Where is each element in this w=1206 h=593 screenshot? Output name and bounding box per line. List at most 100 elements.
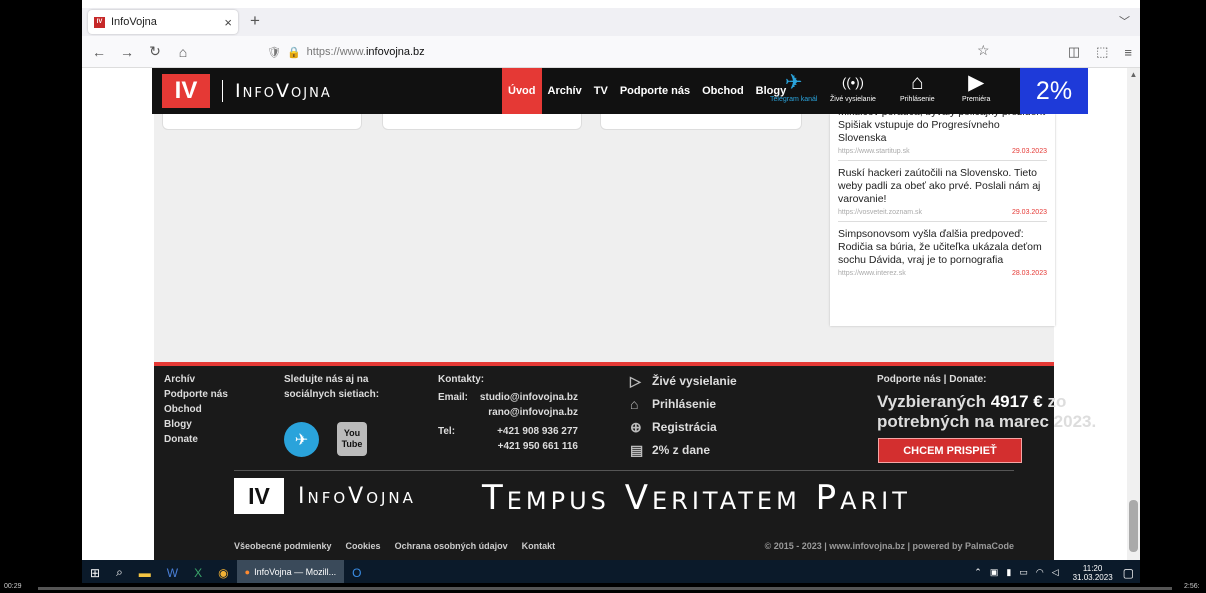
scroll-up-icon[interactable]: ▲ — [1127, 70, 1140, 79]
quick-link-login[interactable]: ⌂ Prihlásenie — [630, 393, 737, 416]
url-prefix: https://www. — [306, 46, 366, 58]
email-2[interactable]: rano@infovojna.bz — [476, 405, 578, 420]
tab-close-icon[interactable]: × — [224, 15, 232, 30]
quick-link-tax[interactable]: ▤ 2% z dane — [630, 439, 737, 462]
footer-link[interactable]: Donate — [164, 432, 228, 447]
play-outline-icon: ▷ — [630, 373, 641, 389]
screen: IV InfoVojna × + ﹀ ← → ↻ ⌂ 🛡 🔒 https://w… — [0, 0, 1206, 593]
tray-app-icon[interactable]: ▣ — [990, 567, 999, 578]
follow-text: Sledujte nás aj na sociálnych sietiach: — [284, 374, 380, 400]
footer-link[interactable]: Blogy — [164, 417, 228, 432]
quick-link-label: Registrácia — [652, 420, 717, 434]
donate-button[interactable]: CHCEM PRISPIEŤ — [878, 438, 1022, 463]
news-title[interactable]: Ruskí hackeri zaútočili na Slovensko. Ti… — [838, 167, 1047, 206]
login-link[interactable]: ⌂ Prihlásenie — [900, 70, 935, 103]
tel-1[interactable]: +421 908 936 277 — [476, 424, 578, 439]
player-seekbar[interactable] — [38, 587, 1172, 590]
player-total: 2:56: — [1184, 583, 1200, 590]
donate-mid: zo — [1047, 392, 1067, 411]
site-logo-mark[interactable]: IV — [162, 74, 210, 108]
footer-logo-text: InfoVojna — [298, 483, 416, 509]
browser-window: IV InfoVojna × + ﹀ ← → ↻ ⌂ 🛡 🔒 https://w… — [82, 0, 1140, 583]
nav-item-tv[interactable]: TV — [588, 68, 614, 114]
news-date: 29.03.2023 — [1011, 148, 1047, 155]
document-icon: ▤ — [630, 442, 644, 458]
news-item[interactable]: Mikulcov poradca, bývalý policajný prezi… — [838, 106, 1047, 161]
tel-2[interactable]: +421 950 661 116 — [476, 439, 578, 454]
browser-tab[interactable]: IV InfoVojna × — [88, 10, 238, 34]
article-card[interactable] — [600, 114, 802, 130]
battery-icon[interactable]: ▭ — [1019, 567, 1028, 578]
player-elapsed: 00:29 — [4, 583, 22, 590]
forward-icon[interactable]: → — [116, 44, 138, 60]
tel-label: Tel: — [438, 426, 456, 437]
footer-bottom-link[interactable]: Ochrana osobných údajov — [395, 541, 508, 551]
footer-link[interactable]: Obchod — [164, 402, 228, 417]
tel-values: +421 908 936 277 +421 950 661 116 — [476, 424, 578, 454]
reload-icon[interactable]: ↻ — [144, 43, 166, 60]
tray-chevron-icon[interactable]: ⌃ — [974, 567, 982, 578]
footer-bottom-link[interactable]: Všeobecné podmienky — [234, 541, 332, 551]
email-1[interactable]: studio@infovojna.bz — [476, 390, 578, 405]
nav-item-podporte-nas[interactable]: Podporte nás — [614, 68, 696, 114]
tray-pin-icon[interactable]: ▮ — [1006, 567, 1011, 578]
notifications-icon[interactable]: ▢ — [1123, 566, 1134, 580]
two-percent-badge[interactable]: 2% — [1020, 68, 1088, 114]
news-list: Mikulcov poradca, bývalý policajný prezi… — [830, 106, 1055, 326]
chrome-icon[interactable]: ◉ — [218, 566, 228, 580]
page-scrollbar[interactable]: ▲ ▼ — [1127, 68, 1140, 583]
new-tab-button[interactable]: + — [250, 11, 260, 31]
article-card[interactable] — [382, 114, 582, 130]
footer-bottom-link[interactable]: Kontakt — [522, 541, 556, 551]
file-explorer-icon[interactable]: ▬ — [139, 566, 151, 580]
bookmark-star-icon[interactable]: ☆ — [977, 42, 990, 59]
site-logo-text[interactable]: InfoVojna — [222, 80, 332, 102]
mouse-cursor-icon: ➤ — [1075, 433, 1085, 445]
home-icon[interactable]: ⌂ — [172, 44, 194, 60]
lock-icon: 🔒 — [286, 46, 301, 59]
premiere-link[interactable]: ▶ Premiéra — [962, 70, 990, 103]
start-icon[interactable]: ⊞ — [90, 566, 100, 580]
outlook-icon[interactable]: O — [352, 566, 361, 580]
quick-link-label: Prihlásenie — [652, 397, 717, 411]
quick-link-register[interactable]: ⊕ Registrácia — [630, 416, 737, 439]
article-card[interactable] — [162, 114, 362, 130]
tabs-dropdown-icon[interactable]: ﹀ — [1119, 13, 1130, 29]
menu-icon[interactable]: ≡ — [1124, 45, 1132, 60]
news-item[interactable]: Ruskí hackeri zaútočili na Slovensko. Ti… — [838, 161, 1047, 222]
nav-item-archiv[interactable]: Archív — [542, 68, 588, 114]
excel-icon[interactable]: X — [194, 566, 202, 580]
footer-quick-links: ▷ Živé vysielanie ⌂ Prihlásenie ⊕ Registrác… — [630, 370, 737, 462]
url-bar[interactable]: 🛡 🔒 https://www. infovojna.bz — [267, 40, 972, 64]
quick-link-live[interactable]: ▷ Živé vysielanie — [630, 370, 737, 393]
live-broadcast-link[interactable]: ((•)) Živé vysielanie — [830, 70, 876, 103]
telegram-social-link[interactable]: ✈ — [284, 422, 319, 457]
taskbar-clock[interactable]: 11:20 31.03.2023 — [1073, 564, 1113, 582]
extensions-icon[interactable]: ⬚ — [1096, 44, 1108, 60]
volume-icon[interactable]: ◁ — [1052, 567, 1059, 578]
wifi-icon[interactable]: ◠ — [1036, 567, 1044, 578]
page-viewport: Mikulcov poradca, bývalý policajný prezi… — [82, 68, 1127, 583]
telegram-link[interactable]: ✈ Telegram kanál — [770, 70, 817, 103]
pocket-icon[interactable]: ◫ — [1068, 44, 1080, 60]
login-label: Prihlásenie — [900, 96, 935, 103]
shield-icon: 🛡 — [267, 46, 281, 59]
news-item[interactable]: Simpsonovsom vyšla ďalšia predpoveď: Rod… — [838, 222, 1047, 282]
word-icon[interactable]: W — [167, 566, 178, 580]
nav-item-uvod[interactable]: Úvod — [502, 68, 542, 114]
system-tray: ⌃ ▣ ▮ ▭ ◠ ◁ 11:20 31.03.2023 ▢ — [970, 560, 1134, 585]
news-title[interactable]: Simpsonovsom vyšla ďalšia predpoveď: Rod… — [838, 228, 1047, 267]
footer-link[interactable]: Podporte nás — [164, 387, 228, 402]
donate-amount: 4917 € — [990, 392, 1043, 411]
footer-bottom-link[interactable]: Cookies — [346, 541, 381, 551]
scrollbar-thumb[interactable] — [1129, 500, 1138, 552]
taskbar-app-label: InfoVojna — Mozill... — [254, 566, 337, 577]
play-icon: ▶ — [968, 71, 985, 94]
nav-item-obchod[interactable]: Obchod — [696, 68, 750, 114]
taskbar-app-firefox[interactable]: ● InfoVojna — Mozill... — [236, 560, 345, 585]
search-icon[interactable]: ⌕ — [116, 565, 123, 580]
youtube-social-link[interactable]: You Tube — [337, 422, 367, 456]
footer-link[interactable]: Archív — [164, 372, 228, 387]
footer-logo[interactable]: IV InfoVojna — [234, 478, 416, 514]
back-icon[interactable]: ← — [88, 44, 110, 60]
